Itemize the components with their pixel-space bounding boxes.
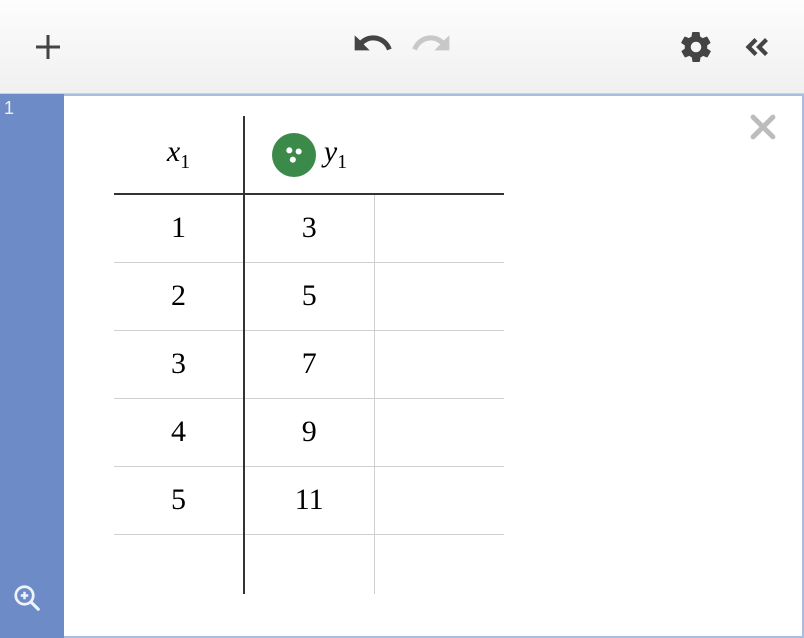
- settings-button[interactable]: [676, 27, 716, 67]
- column-header-y[interactable]: y1: [244, 116, 374, 194]
- cell[interactable]: 7: [244, 330, 374, 398]
- column-header-x[interactable]: x1: [114, 116, 244, 194]
- cell[interactable]: [374, 194, 504, 262]
- cell[interactable]: 3: [244, 194, 374, 262]
- cell[interactable]: 3: [114, 330, 244, 398]
- add-button[interactable]: [28, 27, 68, 67]
- table-row-empty[interactable]: [114, 534, 504, 594]
- cell[interactable]: 2: [114, 262, 244, 330]
- cell[interactable]: 1: [114, 194, 244, 262]
- expression-index: 1: [4, 98, 14, 119]
- table-panel: x1 y1: [64, 94, 804, 638]
- toolbar: [0, 0, 804, 94]
- expression-sidebar[interactable]: 1: [0, 94, 64, 638]
- table-row[interactable]: 1 3: [114, 194, 504, 262]
- gear-icon: [678, 29, 714, 65]
- undo-button[interactable]: [353, 27, 393, 67]
- cell[interactable]: 5: [114, 466, 244, 534]
- cell[interactable]: [374, 330, 504, 398]
- close-icon: [746, 110, 780, 144]
- collapse-button[interactable]: [736, 27, 776, 67]
- scatter-points-icon: [280, 141, 308, 169]
- table-row[interactable]: 3 7: [114, 330, 504, 398]
- undo-icon: [353, 27, 393, 67]
- close-button[interactable]: [746, 110, 780, 149]
- redo-icon: [411, 27, 451, 67]
- cell[interactable]: 11: [244, 466, 374, 534]
- plot-toggle[interactable]: [272, 133, 316, 177]
- workspace: 1 x1: [0, 94, 804, 638]
- cell[interactable]: [244, 534, 374, 594]
- cell[interactable]: 4: [114, 398, 244, 466]
- redo-button: [411, 27, 451, 67]
- cell[interactable]: [114, 534, 244, 594]
- cell[interactable]: 9: [244, 398, 374, 466]
- data-table[interactable]: x1 y1: [114, 116, 504, 594]
- cell[interactable]: [374, 262, 504, 330]
- cell[interactable]: [374, 466, 504, 534]
- zoom-fit-button[interactable]: [12, 583, 42, 618]
- chevron-double-left-icon: [738, 29, 774, 65]
- column-header-empty[interactable]: [374, 116, 504, 194]
- plus-icon: [30, 29, 66, 65]
- zoom-plus-icon: [12, 583, 42, 613]
- cell[interactable]: [374, 534, 504, 594]
- table-row[interactable]: 4 9: [114, 398, 504, 466]
- table-row[interactable]: 5 11: [114, 466, 504, 534]
- cell[interactable]: [374, 398, 504, 466]
- cell[interactable]: 5: [244, 262, 374, 330]
- table-row[interactable]: 2 5: [114, 262, 504, 330]
